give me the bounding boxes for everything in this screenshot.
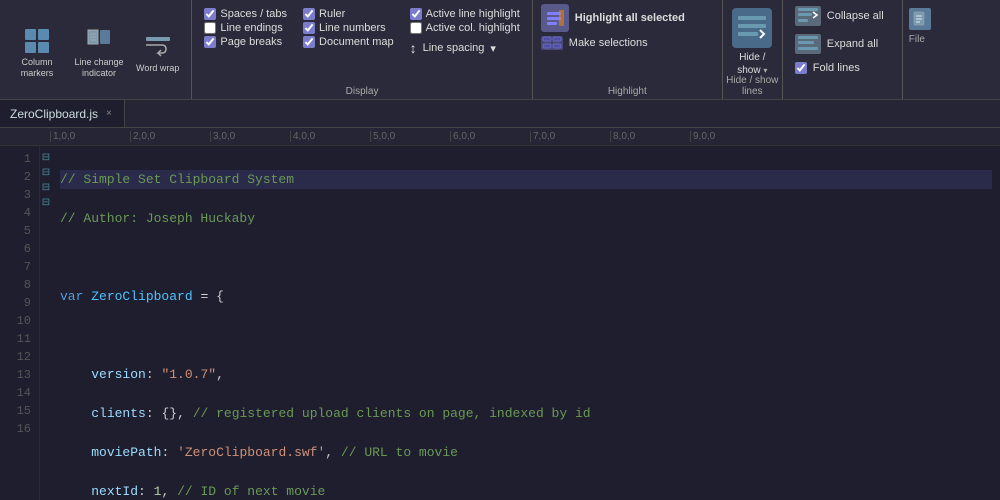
column-markers-row: Column markers Line change indicator Wor…	[8, 23, 183, 81]
expand-all-button[interactable]: Expand all	[791, 32, 894, 56]
word-wrap-button[interactable]: Word wrap	[132, 29, 183, 76]
active-col-highlight-checkbox[interactable]: Active col. highlight	[410, 22, 520, 34]
spaces-tabs-checkbox[interactable]: Spaces / tabs	[204, 8, 287, 20]
file-icon-1[interactable]	[909, 8, 931, 30]
code-content[interactable]: // Simple Set Clipboard System // Author…	[52, 146, 1000, 500]
hide-show-lines-label: Hide / show lines	[723, 75, 782, 97]
fold-lines-checkbox[interactable]	[795, 62, 807, 74]
line-endings-checkbox[interactable]: Line endings	[204, 22, 287, 34]
fold-marker-11[interactable]: ⊟	[40, 180, 52, 195]
code-line-9: nextId: 1, // ID of next movie	[60, 482, 992, 500]
line-change-button[interactable]: Line change indicator	[70, 23, 128, 81]
make-selections-label: Make selections	[569, 37, 648, 49]
toolbar-icons-section: Column markers Line change indicator Wor…	[0, 0, 192, 99]
highlight-all-selected-row[interactable]: Highlight all selected	[541, 4, 714, 32]
code-line-3	[60, 248, 992, 268]
code-line-6: version: "1.0.7",	[60, 365, 992, 385]
checkboxes-col3: Active line highlight Active col. highli…	[406, 4, 524, 72]
word-wrap-icon	[142, 31, 174, 63]
tab-bar: ZeroClipboard.js ×	[0, 100, 1000, 128]
word-wrap-label: Word wrap	[136, 63, 179, 74]
highlight-all-icon	[541, 4, 569, 32]
expand-section-label: ·	[783, 86, 902, 97]
hide-show-label: Hide /	[739, 52, 765, 63]
code-line-2: // Author: Joseph Huckaby	[60, 209, 992, 229]
make-selections-item[interactable]: Make selections	[541, 36, 714, 50]
expand-all-label: Expand all	[827, 38, 878, 50]
hide-show-button[interactable]	[732, 8, 772, 48]
line-change-icon	[83, 25, 115, 57]
column-markers-icon	[21, 25, 53, 57]
tab-close-button[interactable]: ×	[104, 108, 114, 119]
code-line-1: // Simple Set Clipboard System	[60, 170, 992, 190]
fold-marker-4[interactable]: ⊟	[40, 165, 52, 180]
tab-zeroclipboard[interactable]: ZeroClipboard.js ×	[0, 100, 125, 127]
ruler-bar: 1,0,0 2,0,0 3,0,0 4,0,0 5,0,0 6,0,0 7,0,…	[0, 128, 1000, 146]
code-line-8: moviePath: 'ZeroClipboard.swf', // URL t…	[60, 443, 992, 463]
expand-section: Collapse all Expand all Fold lines ·	[783, 0, 903, 99]
fold-lines-item[interactable]: Fold lines	[791, 60, 894, 76]
page-breaks-checkbox[interactable]: Page breaks	[204, 36, 287, 48]
code-line-4: var ZeroClipboard = {	[60, 287, 992, 307]
collapse-all-label: Collapse all	[827, 10, 884, 22]
code-line-5	[60, 326, 992, 346]
column-markers-label: Column markers	[12, 57, 62, 79]
hide-show-section: Hide / show ▾ Hide / show lines	[723, 0, 783, 99]
display-checkboxes-section: Spaces / tabs Line endings Page breaks R…	[192, 0, 532, 99]
highlight-section-label: Highlight	[533, 86, 722, 97]
file-section: File	[903, 0, 937, 99]
highlight-items: Make selections	[541, 36, 714, 64]
line-change-label: Line change indicator	[74, 57, 124, 79]
checkboxes-col2: Ruler Line numbers Document map	[299, 4, 398, 64]
expand-all-icon	[795, 34, 821, 54]
tab-filename: ZeroClipboard.js	[10, 107, 98, 121]
editor-area: ZeroClipboard.js × 1,0,0 2,0,0 3,0,0 4,0…	[0, 100, 1000, 500]
checkboxes-col1: Spaces / tabs Line endings Page breaks	[200, 4, 291, 64]
ruler-checkbox[interactable]: Ruler	[303, 8, 394, 20]
fold-marker-1[interactable]: ⊟	[40, 150, 52, 165]
fold-gutters: ⊟ ⊟ ⊟ ⊟	[40, 146, 52, 500]
highlight-all-label: Highlight all selected	[575, 12, 685, 24]
make-selections-icon	[541, 36, 563, 50]
file-icon-stack	[909, 8, 931, 30]
code-line-7: clients: {}, // registered upload client…	[60, 404, 992, 424]
active-line-highlight-checkbox[interactable]: Active line highlight	[410, 8, 520, 20]
fold-lines-label: Fold lines	[813, 62, 860, 74]
highlight-section: Highlight all selected Make selections H…	[533, 0, 723, 99]
toolbar: Column markers Line change indicator Wor…	[0, 0, 1000, 100]
document-map-checkbox[interactable]: Document map	[303, 36, 394, 48]
fold-marker-14[interactable]: ⊟	[40, 195, 52, 210]
column-markers-button[interactable]: Column markers	[8, 23, 66, 81]
collapse-all-icon	[795, 6, 821, 26]
code-area: 12345 678910 1112131415 16 ⊟ ⊟ ⊟ ⊟ // Si…	[0, 146, 1000, 500]
line-numbers: 12345 678910 1112131415 16	[0, 146, 40, 500]
line-spacing-dropdown[interactable]: ↕ Line spacing ▾	[410, 40, 520, 56]
collapse-all-button[interactable]: Collapse all	[791, 4, 894, 28]
line-numbers-checkbox[interactable]: Line numbers	[303, 22, 394, 34]
display-label: Display	[192, 86, 531, 97]
file-label: File	[909, 34, 925, 45]
